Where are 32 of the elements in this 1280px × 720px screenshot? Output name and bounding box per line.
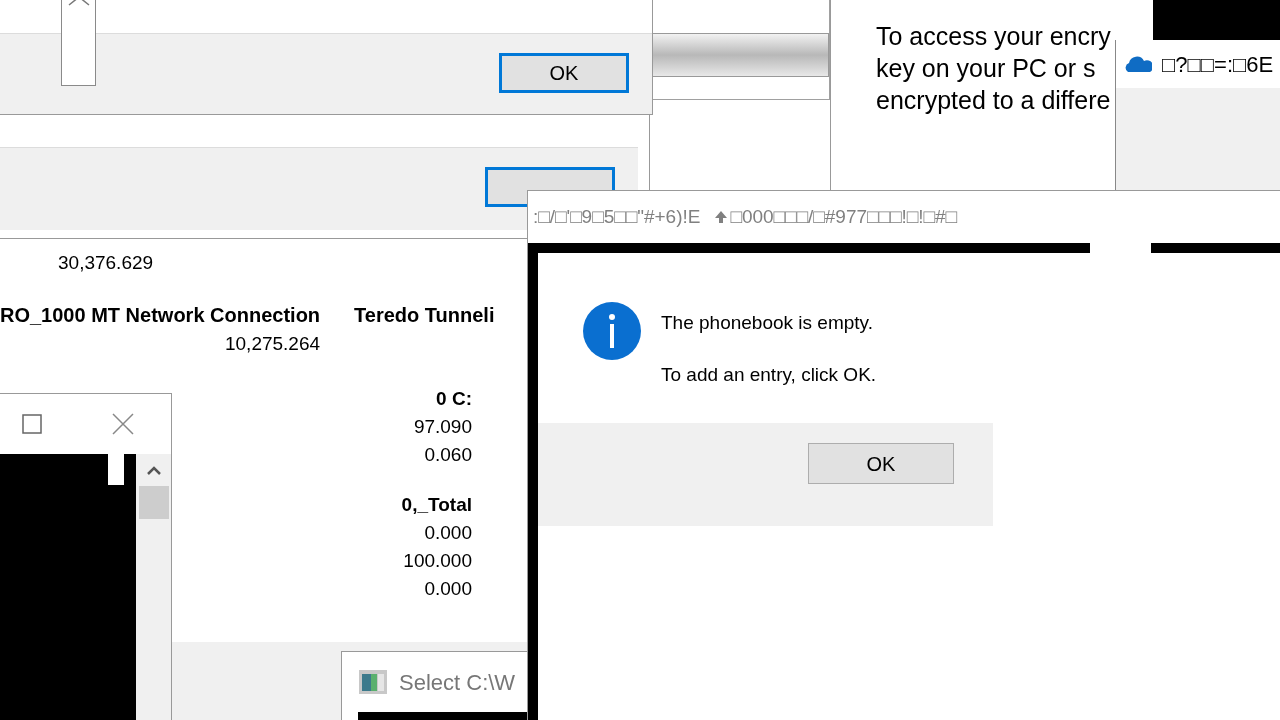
info-icon — [582, 301, 642, 361]
counter-value: 30,376.629 — [58, 251, 154, 275]
column-header: RO_1000 MT Network Connection — [0, 303, 321, 328]
scroll-button[interactable] — [61, 0, 96, 86]
notice-text: encrypted to a differe — [876, 85, 1111, 116]
console-icon — [359, 670, 387, 694]
message-text: The phonebook is empty. — [661, 311, 874, 335]
scrollbar[interactable] — [136, 454, 171, 720]
window-title: :□/□'□9□5□□"#+6)!E — [533, 204, 701, 229]
upload-icon — [714, 210, 729, 224]
close-icon[interactable] — [112, 413, 134, 435]
counter-value: 10,275.264 — [224, 332, 321, 356]
instance-header: 0,_Total — [401, 493, 472, 517]
column-header: Teredo Tunneli — [354, 303, 495, 328]
window-title: □?□□=:□6E — [1162, 50, 1274, 79]
counter-value: 0.000 — [424, 521, 472, 545]
notice-text: To access your encry — [876, 21, 1111, 52]
window-title: Select C:\W — [399, 668, 516, 697]
instance-header: 0 C: — [436, 387, 472, 411]
notice-text: key on your PC or s — [876, 53, 1097, 84]
window-title: □000□□□/□#977□□□!□!□#□ — [730, 204, 958, 229]
cloud-icon — [1124, 56, 1152, 72]
ok-button[interactable]: OK — [808, 443, 954, 484]
counter-value: 0.060 — [424, 443, 472, 467]
ok-button[interactable]: OK — [499, 53, 629, 93]
counter-value: 97.090 — [413, 415, 472, 439]
maximize-icon[interactable] — [22, 414, 42, 434]
counter-value: 0.000 — [424, 577, 472, 601]
counter-value: 100.000 — [403, 549, 472, 573]
scroll-thumb[interactable] — [138, 486, 169, 519]
message-text: To add an entry, click OK. — [661, 363, 877, 387]
chevron-up-icon[interactable] — [145, 466, 162, 476]
